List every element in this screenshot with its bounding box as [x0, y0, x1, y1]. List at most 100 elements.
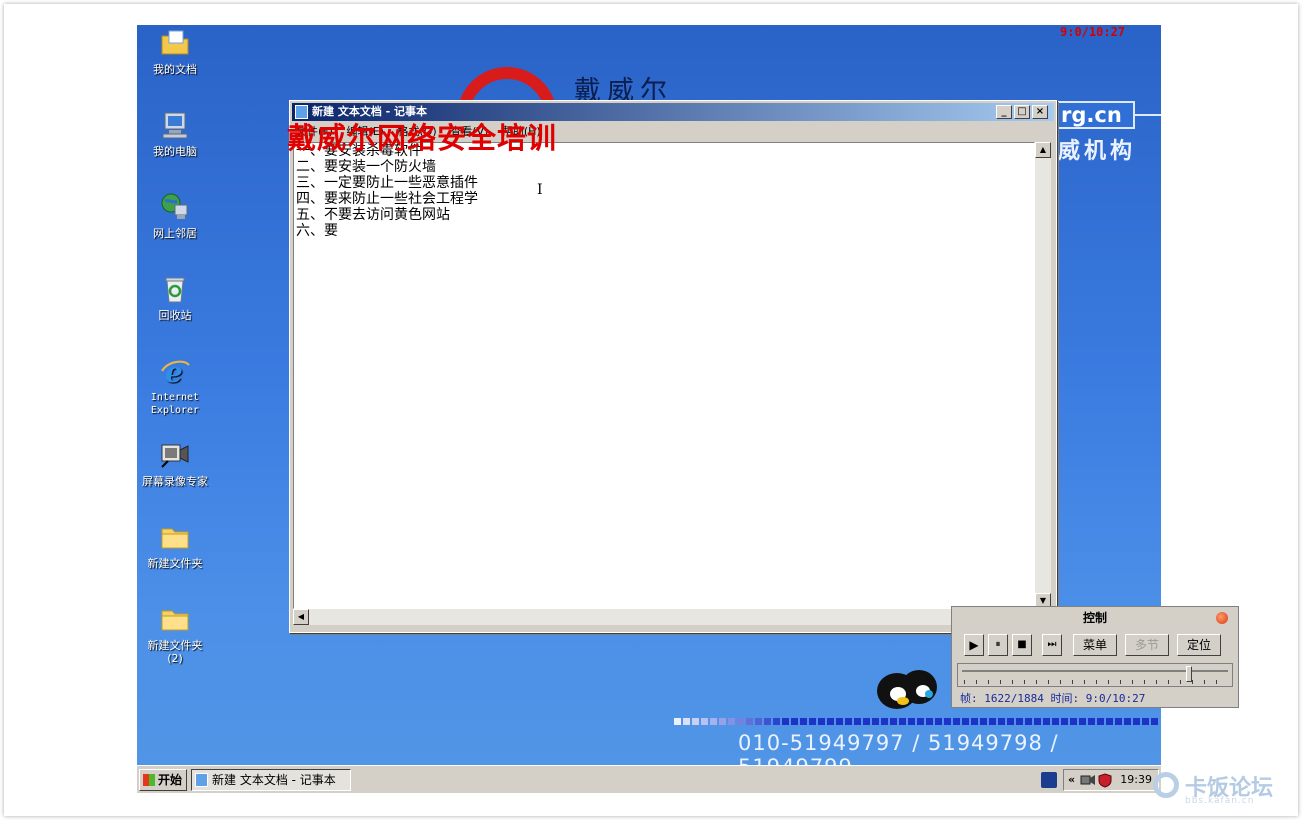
- player-control-panel[interactable]: 控制 ▶ ⏸ ■ ⏭ 菜单 多节 定位 帧: 1622/1884 时间: 9:0…: [951, 606, 1239, 708]
- decorative-dot: [728, 718, 735, 725]
- org-subtitle: 威机构: [1058, 139, 1137, 164]
- playback-slider[interactable]: [957, 663, 1233, 687]
- decorative-dot: [881, 718, 888, 725]
- minimize-button[interactable]: _: [996, 105, 1012, 119]
- scroll-up-button[interactable]: ▲: [1035, 142, 1051, 158]
- close-icon[interactable]: [1216, 612, 1228, 624]
- folder-docs-icon: [161, 30, 189, 55]
- decorative-dot: [800, 718, 807, 725]
- play-button[interactable]: ▶: [964, 634, 984, 656]
- watermark-logo-icon: [1153, 772, 1179, 798]
- mascot-icon: [877, 670, 937, 709]
- decorative-dot: [827, 718, 834, 725]
- training-title: 戴威尔网络安全培训: [287, 121, 558, 155]
- decorative-dot: [719, 718, 726, 725]
- start-label: 开始: [158, 773, 183, 787]
- maximize-button[interactable]: □: [1014, 105, 1030, 119]
- decorative-dot: [818, 718, 825, 725]
- recording-timer: 9:0/10:27: [1060, 25, 1126, 39]
- decorative-dot: [836, 718, 843, 725]
- ie-icon: e: [161, 356, 190, 387]
- windows-flag-icon: [143, 774, 155, 786]
- menu-button[interactable]: 菜单: [1073, 634, 1117, 656]
- folder-icon: [161, 528, 189, 549]
- decorative-dot: [1079, 718, 1086, 725]
- decorative-dot: [1106, 718, 1113, 725]
- decorative-dot: [1007, 718, 1014, 725]
- vertical-scrollbar[interactable]: ▲ ▼: [1035, 142, 1051, 609]
- next-button[interactable]: ⏭: [1042, 634, 1062, 656]
- control-title: 控制: [1082, 611, 1107, 625]
- taskbar: 开始 新建 文本文档 - 记事本 « 19:39: [137, 765, 1161, 793]
- decorative-dot: [1088, 718, 1095, 725]
- desktop-icon-label: 我的电脑: [153, 145, 197, 158]
- notepad-text-area[interactable]: 一、要安装杀毒软件 二、要安装一个防火墙 三、一定要防止一些恶意插件 四、要来防…: [293, 142, 1035, 609]
- decorative-dot: [872, 718, 879, 725]
- text-line: 五、不要去访问黄色网站: [296, 207, 450, 223]
- decorative-dot-strip: [674, 718, 1158, 725]
- horizontal-scrollbar[interactable]: ◀: [293, 609, 1035, 625]
- decorative-dot: [809, 718, 816, 725]
- close-button[interactable]: ×: [1032, 105, 1048, 119]
- quicklaunch-app-icon[interactable]: [1041, 772, 1057, 788]
- taskbar-item-label: 新建 文本文档 - 记事本: [212, 773, 336, 787]
- desktop-icon-internet-explorer[interactable]: e Internet Explorer: [137, 355, 215, 417]
- tray-expand-icon[interactable]: «: [1068, 770, 1075, 790]
- desktop-icon-label: 回收站: [158, 309, 192, 322]
- taskbar-item-notepad[interactable]: 新建 文本文档 - 记事本: [191, 769, 351, 791]
- desktop-icon-recycle-bin[interactable]: 回收站: [137, 273, 215, 322]
- forum-watermark: 卡饭论坛 bbs.kafan.cn: [1151, 768, 1296, 806]
- notepad-window[interactable]: 新建 文本文档 - 记事本 _ □ × 文件(F) 编辑(E) 格式(O) 查看…: [289, 100, 1057, 633]
- computer-icon: [162, 112, 188, 139]
- folder-icon: [161, 610, 189, 631]
- decorative-dot: [917, 718, 924, 725]
- decorative-dot: [1070, 718, 1077, 725]
- decorative-dot: [710, 718, 717, 725]
- decorative-dot: [782, 718, 789, 725]
- pause-button[interactable]: ⏸: [988, 634, 1008, 656]
- decorative-dot: [1142, 718, 1149, 725]
- desktop-icon-new-folder-2[interactable]: 新建文件夹 (2): [137, 603, 215, 665]
- start-button[interactable]: 开始: [139, 769, 187, 791]
- decorative-dot: [998, 718, 1005, 725]
- recycle-bin-icon: [165, 277, 185, 303]
- decorative-dot: [692, 718, 699, 725]
- desktop-icon-my-documents[interactable]: 我的文档: [137, 27, 215, 76]
- decorative-dot: [701, 718, 708, 725]
- org-domain: rg.cn: [1055, 101, 1135, 129]
- decorative-dot: [737, 718, 744, 725]
- decorative-dot: [1061, 718, 1068, 725]
- desktop-icon-label: 我的文档: [153, 63, 197, 76]
- org-divider: [1135, 114, 1161, 116]
- shield-icon[interactable]: [1098, 773, 1112, 788]
- stop-button[interactable]: ■: [1012, 634, 1032, 656]
- decorative-dot: [854, 718, 861, 725]
- recorder-icon: [161, 444, 189, 468]
- decorative-dot: [773, 718, 780, 725]
- desktop-icon-my-computer[interactable]: 我的电脑: [137, 109, 215, 158]
- decorative-dot: [971, 718, 978, 725]
- decorative-dot: [1025, 718, 1032, 725]
- decorative-dot: [845, 718, 852, 725]
- desktop-icon-network[interactable]: 网上邻居: [137, 191, 215, 240]
- taskbar-clock: 19:39: [1120, 773, 1152, 786]
- desktop-icon-screen-recorder[interactable]: 屏幕录像专家: [137, 439, 215, 488]
- decorative-dot: [890, 718, 897, 725]
- desktop-icon-new-folder[interactable]: 新建文件夹: [137, 521, 215, 570]
- desktop-icon-label: 网上邻居: [153, 227, 197, 240]
- decorative-dot: [1043, 718, 1050, 725]
- scroll-left-button[interactable]: ◀: [293, 609, 309, 625]
- recorder-tray-icon[interactable]: [1080, 773, 1096, 787]
- decorative-dot: [989, 718, 996, 725]
- decorative-dot: [863, 718, 870, 725]
- decorative-dot: [944, 718, 951, 725]
- multi-section-button[interactable]: 多节: [1125, 634, 1169, 656]
- slider-thumb[interactable]: [1185, 666, 1192, 682]
- decorative-dot: [755, 718, 762, 725]
- text-line: 三、一定要防止一些恶意插件: [296, 175, 478, 191]
- decorative-dot: [899, 718, 906, 725]
- decorative-dot: [746, 718, 753, 725]
- decorative-dot: [908, 718, 915, 725]
- decorative-dot: [935, 718, 942, 725]
- locate-button[interactable]: 定位: [1177, 634, 1221, 656]
